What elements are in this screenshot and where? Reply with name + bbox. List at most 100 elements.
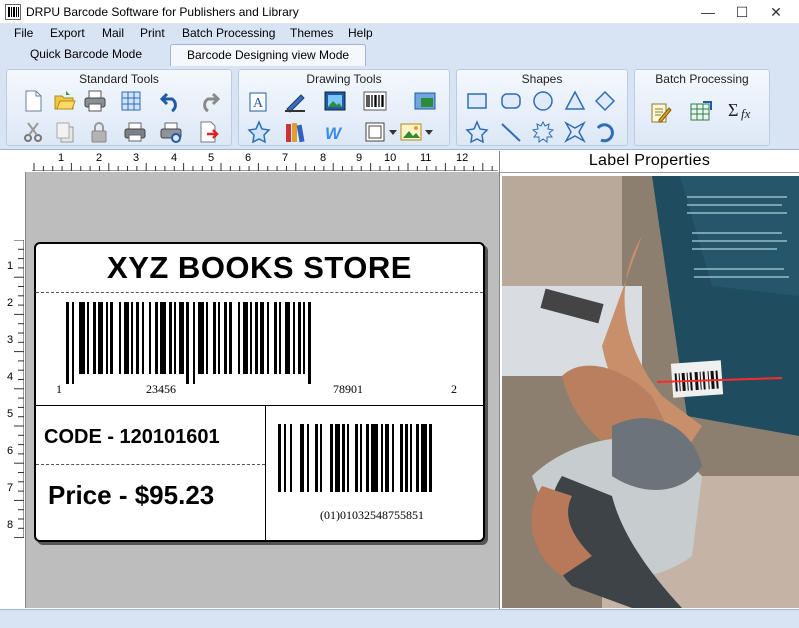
menu-mail[interactable]: Mail: [102, 26, 124, 40]
formula-icon[interactable]: Σfx: [727, 98, 757, 122]
copy-icon[interactable]: [53, 120, 77, 144]
barcode-bar: [278, 424, 281, 492]
edit-sheet-icon[interactable]: [649, 100, 673, 124]
text-icon[interactable]: A: [247, 89, 271, 113]
store-name-text[interactable]: XYZ BOOKS STORE: [36, 250, 483, 286]
excel-import-icon[interactable]: [689, 100, 713, 124]
ruler-h-11: 11: [420, 152, 432, 164]
barcode-bar: [243, 302, 248, 374]
wordart-icon[interactable]: W: [323, 120, 347, 144]
image-library-icon[interactable]: [413, 89, 437, 113]
barcode-bar: [124, 302, 129, 374]
frame-icon[interactable]: [363, 120, 387, 144]
barcode-bar: [371, 424, 378, 492]
barcode-bar: [224, 302, 227, 374]
new-icon[interactable]: [21, 89, 45, 113]
barcode-2[interactable]: [278, 424, 472, 502]
barcode-bar: [174, 302, 176, 374]
barcode-bar: [155, 302, 158, 374]
four-point-star-icon[interactable]: [563, 120, 587, 144]
barcode-bar: [342, 424, 345, 492]
line-icon[interactable]: [499, 120, 523, 144]
undo-icon[interactable]: [159, 89, 183, 113]
print-setup-icon[interactable]: [83, 89, 107, 113]
barcode-1[interactable]: [66, 302, 466, 384]
barcode-bar: [392, 424, 394, 492]
barcode-bar: [198, 302, 204, 374]
rounded-rectangle-icon[interactable]: [499, 89, 523, 113]
print-icon[interactable]: [123, 120, 147, 144]
maximize-button[interactable]: ☐: [725, 0, 759, 24]
barcode-bar: [186, 302, 189, 384]
books-icon[interactable]: [283, 120, 307, 144]
menu-themes[interactable]: Themes: [290, 26, 333, 40]
redo-icon[interactable]: [197, 89, 221, 113]
image-dropdown-arrow-icon[interactable]: [425, 128, 433, 136]
barcode-bar: [79, 302, 85, 374]
open-icon[interactable]: [53, 89, 77, 113]
batch-processing-group: Batch Processing Σfx: [634, 69, 770, 146]
barcode-bar: [416, 424, 419, 492]
shapes-group: Shapes: [456, 69, 628, 146]
pen-icon[interactable]: [283, 89, 307, 113]
barcode-bar: [315, 424, 318, 492]
barcode-bar: [255, 302, 258, 374]
menu-export[interactable]: Export: [50, 26, 85, 40]
burst-icon[interactable]: [531, 120, 555, 144]
label-divider-code: [36, 464, 265, 465]
barcode-scanner-photo: [502, 176, 799, 608]
barcode-label[interactable]: XYZ BOOKS STORE 1 23456 78901 2 CODE - 1…: [34, 242, 485, 542]
menu-help[interactable]: Help: [348, 26, 373, 40]
grid-icon[interactable]: [119, 89, 143, 113]
barcode-bar: [72, 302, 74, 384]
rectangle-icon[interactable]: [465, 89, 489, 113]
barcode-bar: [381, 424, 383, 492]
barcode-bar: [285, 302, 290, 374]
barcode-bar: [303, 302, 305, 374]
picture-icon[interactable]: [323, 89, 347, 113]
barcode-bar: [110, 302, 113, 374]
menu-print[interactable]: Print: [140, 26, 165, 40]
ellipse-icon[interactable]: [531, 89, 555, 113]
barcode-bar: [360, 424, 362, 492]
code-text[interactable]: CODE - 120101601: [44, 426, 220, 449]
window-title: DRPU Barcode Software for Publishers and…: [26, 5, 299, 19]
barcode-1-group-2: 78901: [333, 382, 363, 396]
ruler-h-2: 2: [96, 152, 103, 164]
tab-quick-barcode-mode[interactable]: Quick Barcode Mode: [18, 44, 154, 66]
drawing-tools-group: Drawing Tools A W: [238, 69, 450, 146]
triangle-icon[interactable]: [563, 89, 587, 113]
barcode-bar: [300, 424, 304, 492]
menu-batch-processing[interactable]: Batch Processing: [182, 26, 275, 40]
export-icon[interactable]: [197, 120, 221, 144]
tab-barcode-designing-mode[interactable]: Barcode Designing view Mode: [170, 44, 366, 66]
svg-text:A: A: [253, 96, 264, 111]
barcode-bar: [98, 302, 103, 374]
arc-icon[interactable]: [593, 120, 617, 144]
ruler-h-12: 12: [456, 152, 469, 164]
barcode-bar: [279, 302, 281, 374]
barcode-bar: [421, 424, 427, 492]
barcode-icon[interactable]: [363, 89, 387, 113]
star-icon[interactable]: [465, 120, 489, 144]
minimize-button[interactable]: —: [691, 0, 725, 24]
cut-icon[interactable]: [21, 120, 45, 144]
ruler-h-10: 10: [384, 152, 397, 164]
close-button[interactable]: ✕: [759, 0, 793, 24]
price-text[interactable]: Price - $95.23: [48, 480, 214, 511]
ruler-h-7: 7: [282, 152, 289, 164]
print-preview-icon[interactable]: [159, 120, 183, 144]
barcode-bar: [142, 302, 144, 374]
image-dropdown-icon[interactable]: [399, 120, 423, 144]
menu-bar: File Export Mail Print Batch Processing …: [0, 24, 799, 42]
barcode-bar: [131, 302, 133, 374]
diamond-icon[interactable]: [593, 89, 617, 113]
menu-file[interactable]: File: [14, 26, 33, 40]
ruler-v-6: 6: [7, 445, 14, 457]
lock-icon[interactable]: [87, 120, 111, 144]
frame-dropdown-icon[interactable]: [389, 128, 397, 136]
ruler-h-8: 8: [320, 152, 327, 164]
barcode-bar: [250, 302, 252, 374]
star-shape-icon[interactable]: [247, 120, 271, 144]
ruler-v-5: 5: [7, 408, 14, 420]
